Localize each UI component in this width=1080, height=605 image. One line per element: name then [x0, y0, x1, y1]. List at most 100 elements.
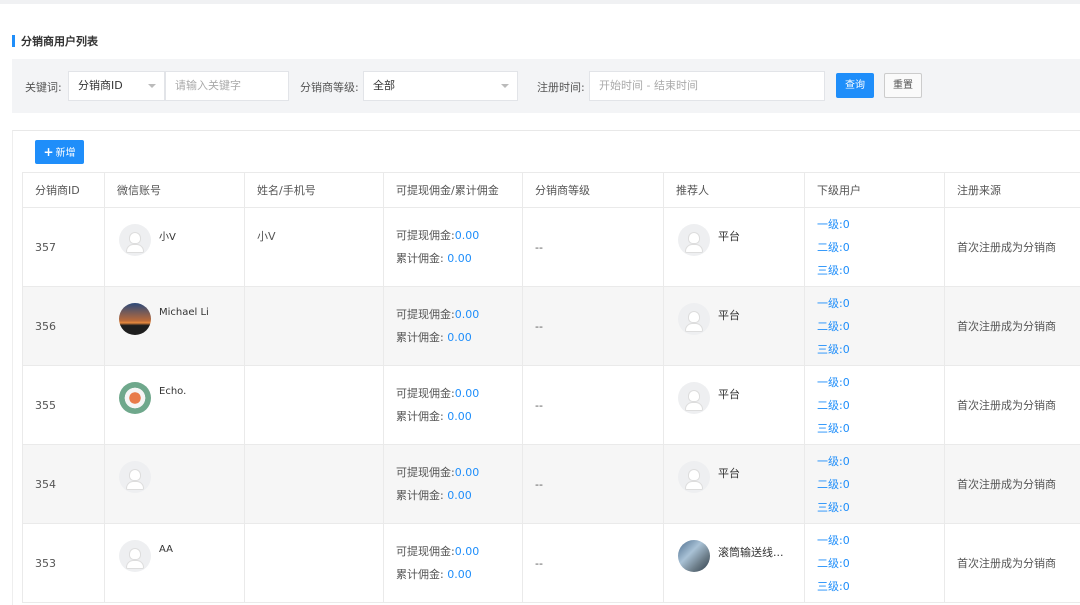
- plus-icon: +: [43, 145, 54, 159]
- user-avatar-icon: [119, 224, 151, 256]
- level1-link[interactable]: 一级:0: [817, 371, 944, 394]
- level1-label: 一级:: [817, 296, 843, 310]
- user-avatar-icon: [119, 303, 151, 335]
- chevron-down-icon: [148, 84, 156, 88]
- col-header-grade: 分销商等级: [522, 172, 664, 208]
- cell-subusers: 一级:0 二级:0 三级:0: [804, 523, 945, 603]
- total-value[interactable]: 0.00: [447, 568, 472, 581]
- level3-link[interactable]: 三级:0: [817, 417, 944, 440]
- cell-source: 首次注册成为分销商: [944, 523, 1080, 603]
- table-panel: + 新增 分销商ID 微信账号 姓名/手机号 可提现佣金/累计佣金 分销商等级 推…: [12, 130, 1080, 605]
- total-line: 累计佣金: 0.00: [396, 484, 522, 507]
- add-button[interactable]: + 新增: [35, 140, 84, 164]
- level2-link[interactable]: 二级:0: [817, 394, 944, 417]
- cell-commission: 可提现佣金:0.00 累计佣金: 0.00: [383, 365, 523, 445]
- col-header-commission: 可提现佣金/累计佣金: [383, 172, 523, 208]
- add-label: 新增: [55, 148, 76, 159]
- wechat-name: 小Ⅴ: [159, 232, 176, 243]
- table-row: 357 小Ⅴ 小Ⅴ 可提现佣金:0.00 累计佣金: 0.00 -- 平台 一级…: [22, 207, 1080, 287]
- title-accent-bar: [12, 35, 15, 47]
- total-value[interactable]: 0.00: [447, 410, 472, 423]
- top-strip: [0, 0, 1080, 4]
- cell-name: [244, 286, 384, 366]
- cell-commission: 可提现佣金:0.00 累计佣金: 0.00: [383, 207, 523, 287]
- reset-button[interactable]: 重置: [884, 73, 922, 98]
- page-title: 分销商用户列表: [12, 34, 98, 48]
- cell-referrer: 平台: [663, 207, 805, 287]
- withdrawable-value[interactable]: 0.00: [455, 229, 480, 242]
- level2-count: 0: [842, 240, 850, 254]
- cell-id: 353: [22, 523, 105, 603]
- referrer-name: 平台: [718, 388, 740, 401]
- query-button[interactable]: 查询: [836, 73, 874, 98]
- withdrawable-value[interactable]: 0.00: [455, 545, 480, 558]
- time-label: 注册时间:: [537, 81, 585, 94]
- level3-label: 三级:: [817, 421, 843, 435]
- cell-grade: --: [522, 523, 664, 603]
- distributor-table: 分销商ID 微信账号 姓名/手机号 可提现佣金/累计佣金 分销商等级 推荐人 下…: [22, 172, 1080, 603]
- cell-subusers: 一级:0 二级:0 三级:0: [804, 444, 945, 524]
- cell-commission: 可提现佣金:0.00 累计佣金: 0.00: [383, 523, 523, 603]
- level2-label: 二级:: [817, 240, 843, 254]
- total-value[interactable]: 0.00: [447, 331, 472, 344]
- keyword-type-select[interactable]: 分销商ID: [68, 71, 165, 101]
- cell-source: 首次注册成为分销商: [944, 286, 1080, 366]
- withdrawable-value[interactable]: 0.00: [455, 308, 480, 321]
- level1-label: 一级:: [817, 454, 843, 468]
- avatar-body-shape: [685, 481, 703, 490]
- total-line: 累计佣金: 0.00: [396, 405, 522, 428]
- time-range-input[interactable]: 开始时间 - 结束时间: [589, 71, 825, 101]
- col-header-referrer: 推荐人: [663, 172, 805, 208]
- level3-link[interactable]: 三级:0: [817, 338, 944, 361]
- level2-label: 二级:: [817, 477, 843, 491]
- avatar-head-shape: [129, 469, 141, 481]
- avatar-head-shape: [129, 232, 141, 244]
- withdrawable-value[interactable]: 0.00: [455, 387, 480, 400]
- cell-id: 357: [22, 207, 105, 287]
- level3-link[interactable]: 三级:0: [817, 496, 944, 519]
- level1-link[interactable]: 一级:0: [817, 529, 944, 552]
- referrer-avatar-icon: [678, 461, 710, 493]
- cell-wechat: AA: [104, 523, 245, 603]
- cell-source: 首次注册成为分销商: [944, 365, 1080, 445]
- level3-link[interactable]: 三级:0: [817, 575, 944, 598]
- keyword-label: 关键词:: [25, 81, 62, 94]
- total-value[interactable]: 0.00: [447, 252, 472, 265]
- level2-count: 0: [842, 556, 850, 570]
- level1-link[interactable]: 一级:0: [817, 450, 944, 473]
- level2-link[interactable]: 二级:0: [817, 236, 944, 259]
- cell-commission: 可提现佣金:0.00 累计佣金: 0.00: [383, 444, 523, 524]
- level3-count: 0: [842, 263, 850, 277]
- referrer-avatar-icon: [678, 303, 710, 335]
- level2-link[interactable]: 二级:0: [817, 552, 944, 575]
- cell-grade: --: [522, 207, 664, 287]
- cell-name: [244, 365, 384, 445]
- level2-link[interactable]: 二级:0: [817, 315, 944, 338]
- level2-label: 二级:: [817, 556, 843, 570]
- withdrawable-line: 可提现佣金:0.00: [396, 224, 522, 247]
- level3-label: 三级:: [817, 342, 843, 356]
- level3-label: 三级:: [817, 500, 843, 514]
- time-placeholder: 开始时间 - 结束时间: [599, 79, 698, 92]
- level1-count: 0: [842, 454, 850, 468]
- level3-link[interactable]: 三级:0: [817, 259, 944, 282]
- total-value[interactable]: 0.00: [447, 489, 472, 502]
- level1-count: 0: [842, 533, 850, 547]
- level2-count: 0: [842, 477, 850, 491]
- avatar-body-shape: [126, 481, 144, 490]
- withdrawable-value[interactable]: 0.00: [455, 466, 480, 479]
- total-label: 累计佣金:: [396, 410, 444, 423]
- keyword-input[interactable]: 请输入关键字: [165, 71, 289, 101]
- referrer-avatar-icon: [678, 382, 710, 414]
- table-row: 353 AA 可提现佣金:0.00 累计佣金: 0.00 -- 滚筒输送线...…: [22, 523, 1080, 603]
- cell-name: [244, 444, 384, 524]
- level2-link[interactable]: 二级:0: [817, 473, 944, 496]
- level1-link[interactable]: 一级:0: [817, 213, 944, 236]
- level3-count: 0: [842, 500, 850, 514]
- withdrawable-line: 可提现佣金:0.00: [396, 461, 522, 484]
- level-select[interactable]: 全部: [363, 71, 518, 101]
- cell-commission: 可提现佣金:0.00 累计佣金: 0.00: [383, 286, 523, 366]
- level1-link[interactable]: 一级:0: [817, 292, 944, 315]
- avatar-body-shape: [685, 323, 703, 332]
- col-header-wechat: 微信账号: [104, 172, 245, 208]
